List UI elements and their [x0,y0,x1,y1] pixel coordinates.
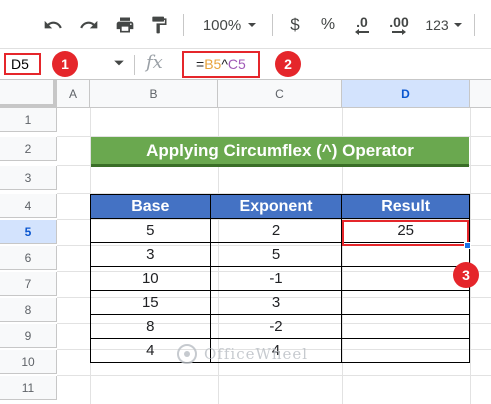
cell-exponent[interactable]: -1 [209,266,343,291]
column-header-d[interactable]: D [342,80,470,108]
arrow-left-icon [355,29,369,35]
redo-icon[interactable] [76,12,102,38]
more-formats-button[interactable]: 123 [420,12,468,38]
cell-result[interactable] [341,266,470,291]
table-row: 10 -1 [90,266,470,291]
column-header-e[interactable] [470,80,491,108]
cell-base[interactable]: 5 [90,218,211,243]
formula-operator: ^ [221,56,228,72]
formula-ref-base: B5 [204,56,222,72]
formula-ref-exponent: C5 [227,56,246,72]
table-row: 8 -2 [90,314,470,339]
toolbar: 100% $ % .0 .00 123 [0,0,491,48]
cell-result[interactable] [341,290,470,315]
percent-format-button[interactable]: % [318,12,338,38]
officewheel-logo-icon [177,344,197,364]
cell-exponent[interactable]: 5 [209,242,343,267]
zoom-select[interactable]: 100% [196,12,264,38]
row-header-2[interactable]: 2 [0,137,57,161]
paint-format-icon[interactable] [146,12,172,38]
cell-exponent[interactable]: 3 [209,290,343,315]
callout-badge-1: 1 [52,51,78,77]
row-header-10[interactable]: 10 [0,350,57,374]
arrow-right-icon [392,29,406,35]
chevron-down-icon [453,23,462,27]
header-base[interactable]: Base [90,194,211,219]
formula-input[interactable]: =B5^C5 [182,51,260,78]
callout-badge-2: 2 [275,51,301,77]
row-header-11[interactable]: 11 [0,376,57,400]
table-header-row: Base Exponent Result [90,194,470,219]
chevron-down-icon[interactable] [113,57,125,69]
header-result[interactable]: Result [341,194,470,219]
cell-result[interactable] [341,314,470,339]
toolbar-divider [183,14,184,36]
name-box-value[interactable]: D5 [4,53,41,75]
row-header-7[interactable]: 7 [0,272,57,296]
grid-line [470,108,471,404]
watermark-text: OfficeWheel [204,345,309,363]
cell-base[interactable]: 10 [90,266,211,291]
row-header-5[interactable]: 5 [0,220,57,244]
cell-exponent[interactable]: 2 [209,218,343,243]
table-row: 3 5 [90,242,470,267]
row-header-1[interactable]: 1 [0,108,57,132]
column-header-c[interactable]: C [218,80,342,108]
callout-badge-3: 3 [453,262,479,288]
select-all-corner[interactable] [0,80,57,108]
fx-icon: fx [146,52,163,73]
undo-icon[interactable] [40,12,66,38]
formula-bar-divider [134,55,135,75]
column-header-b[interactable]: B [90,80,218,108]
grid-line [57,375,491,376]
cell-base[interactable]: 3 [90,242,211,267]
toolbar-divider [272,14,273,36]
increase-decimal-button[interactable]: .00 [384,12,414,38]
formula-prefix: = [196,56,205,72]
cell-result[interactable] [341,338,470,363]
zoom-value: 100% [202,16,242,34]
row-header-6[interactable]: 6 [0,246,57,270]
decrease-decimal-button[interactable]: .0 [349,12,375,38]
fill-handle[interactable] [464,242,471,249]
cell-exponent[interactable]: -2 [209,314,343,339]
title-banner[interactable]: Applying Circumflex (^) Operator [91,137,469,167]
header-exponent[interactable]: Exponent [209,194,343,219]
cell-result[interactable] [341,242,470,267]
print-icon[interactable] [112,12,138,38]
column-header-a[interactable]: A [57,80,90,108]
row-header-4[interactable]: 4 [0,194,57,218]
toolbar-divider [474,14,475,36]
chevron-down-icon [248,23,257,27]
row-header-8[interactable]: 8 [0,298,57,322]
currency-format-button[interactable]: $ [285,12,305,38]
table-row: 15 3 [90,290,470,315]
watermark: OfficeWheel [176,343,308,365]
cell-base[interactable]: 8 [90,314,211,339]
row-header-9[interactable]: 9 [0,324,57,348]
cell-base[interactable]: 15 [90,290,211,315]
row-header-3[interactable]: 3 [0,166,57,190]
active-cell-outline[interactable] [342,220,469,246]
